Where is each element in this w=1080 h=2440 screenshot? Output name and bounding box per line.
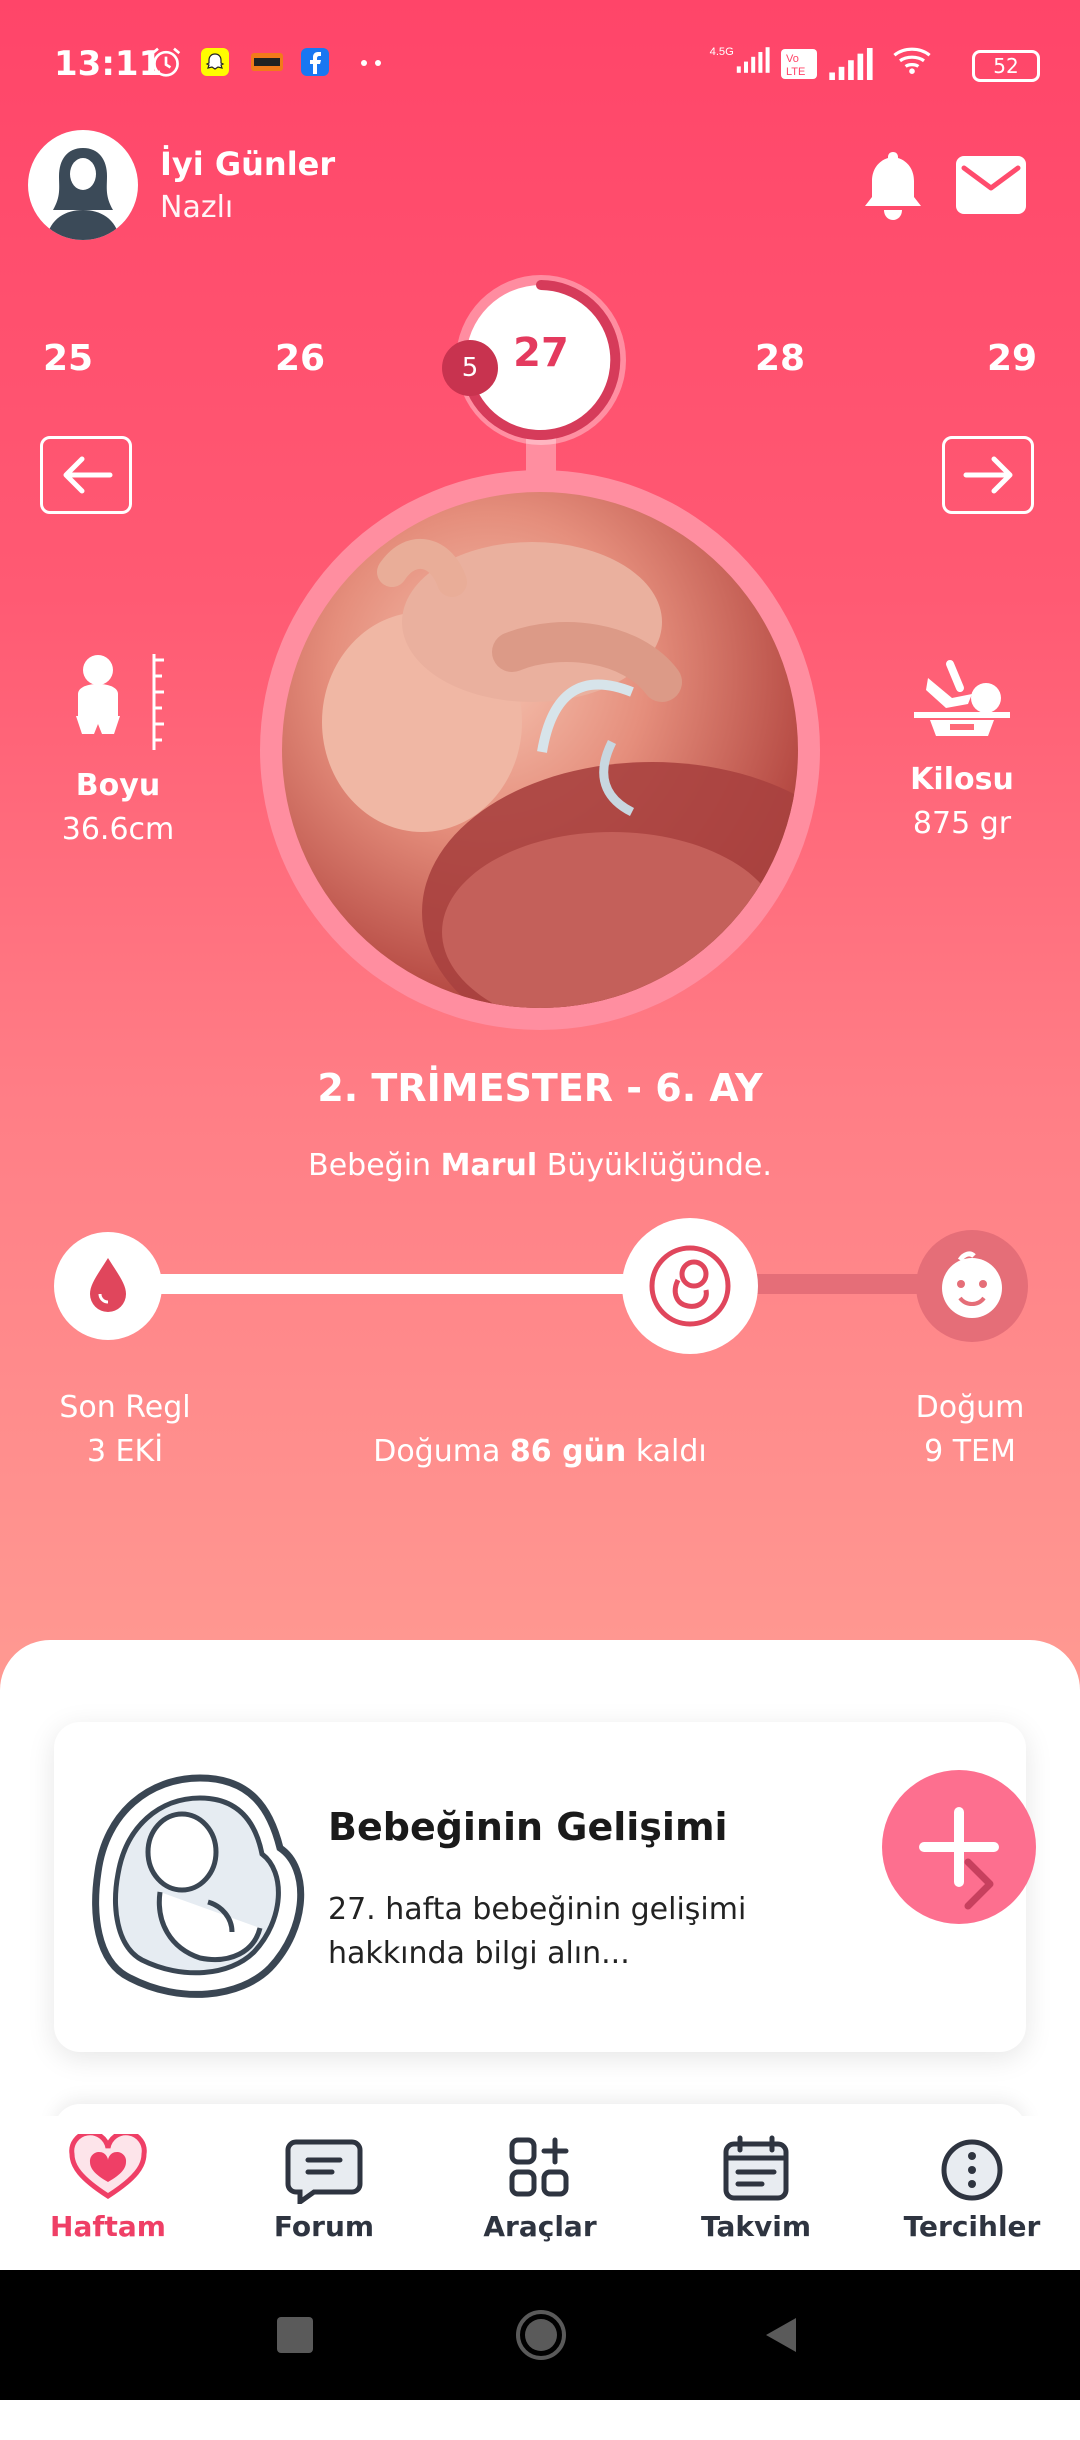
countdown-prefix: Doğuma — [373, 1434, 501, 1469]
due-date-marker — [916, 1230, 1028, 1342]
fetus-icon — [649, 1245, 731, 1327]
signal-icon: 4.5G — [710, 46, 770, 73]
nav-araclar-label: Araçlar — [483, 2210, 597, 2243]
week-26[interactable]: 26 — [275, 338, 325, 379]
nav-haftam[interactable]: Haftam — [8, 2130, 208, 2243]
length-label: Boyu — [75, 768, 161, 803]
weight-value: 875 gr — [912, 806, 1012, 841]
due-date-label: Doğum — [915, 1390, 1025, 1425]
snapchat-icon — [201, 48, 229, 76]
nav-araclar[interactable]: Araçlar — [440, 2134, 640, 2243]
back-icon[interactable] — [760, 2314, 802, 2356]
home-icon[interactable] — [514, 2308, 568, 2362]
current-progress-marker[interactable] — [622, 1218, 758, 1354]
arrow-right-icon — [963, 456, 1013, 494]
tools-icon — [509, 2137, 569, 2197]
svg-text:Vo: Vo — [786, 53, 799, 65]
signal-2-icon — [829, 48, 873, 80]
volte-icon: Vo LTE — [781, 49, 817, 79]
card-title: Bebeğinin Gelişimi — [328, 1805, 728, 1849]
nav-tercihler[interactable]: Tercihler — [872, 2134, 1072, 2243]
avatar[interactable] — [28, 130, 138, 240]
countdown-suffix: kaldı — [635, 1434, 707, 1469]
battery-indicator: 52 — [972, 50, 1040, 82]
weight-label: Kilosu — [910, 762, 1014, 797]
week-25[interactable]: 25 — [43, 338, 93, 379]
svg-text:LTE: LTE — [786, 66, 805, 78]
plus-icon — [919, 1807, 999, 1887]
nav-takvim-label: Takvim — [700, 2210, 812, 2243]
week-28[interactable]: 28 — [755, 338, 805, 379]
fetus-outline-icon — [92, 1774, 305, 1998]
mail-icon[interactable] — [956, 156, 1026, 214]
wifi-icon — [893, 47, 931, 74]
last-period-label: Son Regl — [59, 1390, 191, 1425]
nav-takvim[interactable]: Takvim — [656, 2134, 856, 2243]
bell-icon[interactable] — [860, 148, 926, 224]
trendyol-icon — [251, 53, 283, 71]
pregnancy-progress-fill — [110, 1274, 652, 1294]
nav-tercihler-label: Tercihler — [903, 2210, 1041, 2243]
countdown-text: Doğuma 86 gün kaldı — [0, 1434, 1080, 1469]
nav-forum-label: Forum — [273, 2210, 375, 2243]
facebook-icon — [301, 48, 329, 76]
last-period-marker — [54, 1232, 162, 1340]
blood-drop-icon — [90, 1258, 126, 1312]
alarm-icon — [151, 47, 181, 77]
nav-haftam-label: Haftam — [50, 2210, 166, 2243]
more-icon — [941, 2139, 1003, 2201]
add-button[interactable] — [882, 1770, 1036, 1924]
prev-week-button[interactable] — [40, 436, 132, 514]
fetus-image[interactable] — [282, 492, 798, 1008]
user-name: Nazlı — [160, 190, 234, 225]
chevron-right-icon — [964, 1858, 994, 1910]
greeting-text: İyi Günler — [160, 145, 336, 183]
trimester-title: 2. TRİMESTER - 6. AY — [317, 1066, 763, 1110]
size-comparison: Bebeğin Marul Büyüklüğünde. — [0, 1148, 1080, 1183]
avatar-silhouette-icon — [46, 148, 120, 240]
recent-apps-icon[interactable] — [274, 2314, 316, 2356]
countdown-value: 86 gün — [509, 1434, 627, 1469]
more-notifications-icon — [361, 60, 381, 66]
chat-icon — [285, 2139, 363, 2207]
baby-face-icon — [942, 1251, 1002, 1318]
network-type: 4.5G — [710, 46, 734, 58]
size-suffix: Büyüklüğünde. — [546, 1148, 772, 1183]
size-fruit: Marul — [440, 1148, 538, 1183]
nav-forum[interactable]: Forum — [224, 2134, 424, 2243]
length-value: 36.6cm — [61, 812, 175, 847]
calendar-icon — [723, 2135, 789, 2201]
arrow-left-icon — [63, 456, 113, 494]
baby-height-icon — [76, 654, 164, 750]
size-prefix: Bebeğin — [308, 1148, 432, 1183]
fetus-illustration — [322, 538, 798, 1008]
baby-scale-icon — [914, 660, 1010, 736]
heart-icon — [69, 2130, 147, 2199]
status-bar: 13:11 4.5G Vo LTE 52 — [0, 0, 1080, 130]
day-badge: 5 — [442, 340, 498, 396]
card-description: 27. hafta bebeğinin gelişimi hakkında bi… — [328, 1892, 747, 1971]
next-week-button[interactable] — [942, 436, 1034, 514]
week-29[interactable]: 29 — [987, 338, 1037, 379]
system-navigation-bar — [0, 2270, 1080, 2400]
